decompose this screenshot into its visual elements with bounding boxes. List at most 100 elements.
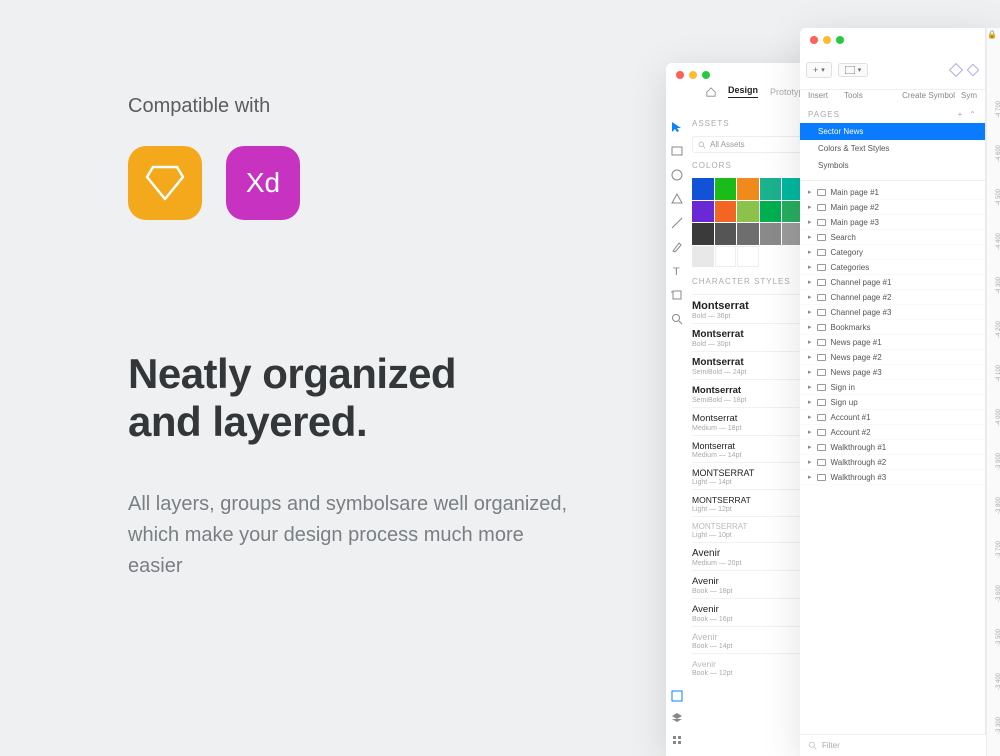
layer-row[interactable]: ▸ Walkthrough #2 <box>800 455 985 470</box>
disclosure-triangle-icon[interactable]: ▸ <box>808 203 812 211</box>
disclosure-triangle-icon[interactable]: ▸ <box>808 248 812 256</box>
layer-row[interactable]: ▸Channel page #3 <box>800 305 985 320</box>
color-swatch[interactable] <box>715 178 737 200</box>
color-swatch[interactable] <box>692 178 714 200</box>
minimize-icon[interactable] <box>823 36 831 44</box>
layer-row[interactable]: ▸Walkthrough #3 <box>800 470 985 485</box>
artboard-icon <box>817 279 826 286</box>
lock-icon[interactable]: 🔒 <box>987 30 997 39</box>
artboard-icon <box>817 189 826 196</box>
disclosure-triangle-icon[interactable]: ▸ <box>808 188 812 196</box>
color-swatch[interactable] <box>692 223 714 245</box>
xd-badge: Xd <box>226 146 300 220</box>
layer-row[interactable]: ▸Categories <box>800 260 985 275</box>
polygon-tool-icon[interactable] <box>671 193 683 205</box>
disclosure-triangle-icon[interactable]: ▸ <box>808 458 812 466</box>
page-row[interactable]: Symbols <box>800 157 985 174</box>
window-controls[interactable] <box>666 63 720 85</box>
layer-label: Sign up <box>831 398 858 407</box>
text-tool-icon[interactable]: T <box>671 265 683 277</box>
layer-row[interactable]: ▸Main page #2 <box>800 200 985 215</box>
minimize-icon[interactable] <box>689 71 697 79</box>
disclosure-triangle-icon[interactable]: ▸ <box>808 323 812 331</box>
layer-label: News page #1 <box>831 338 882 347</box>
color-swatch[interactable] <box>715 246 737 268</box>
disclosure-triangle-icon[interactable]: ▸ <box>808 263 812 271</box>
collapse-pages-icon[interactable]: ⌃ <box>969 110 977 119</box>
plugins-panel-icon[interactable] <box>671 734 683 746</box>
color-swatch[interactable] <box>692 201 714 223</box>
artboard-tool-icon[interactable] <box>671 289 683 301</box>
ellipse-tool-icon[interactable] <box>671 169 683 181</box>
disclosure-triangle-icon[interactable]: ▸ <box>808 473 812 481</box>
artboard-icon <box>817 399 826 406</box>
color-swatch[interactable] <box>715 223 737 245</box>
color-swatch[interactable] <box>737 178 759 200</box>
assets-panel-icon[interactable] <box>671 712 683 724</box>
color-swatch[interactable] <box>737 201 759 223</box>
color-swatch[interactable] <box>760 223 782 245</box>
disclosure-triangle-icon[interactable]: ▸ <box>808 443 812 451</box>
layer-row[interactable]: ▸Search <box>800 230 985 245</box>
pen-tool-icon[interactable] <box>671 241 683 253</box>
color-swatch[interactable] <box>715 201 737 223</box>
line-tool-icon[interactable] <box>671 217 683 229</box>
tools-button[interactable]: ▾ <box>838 63 869 77</box>
layer-row[interactable]: ▸Main page #1 <box>800 185 985 200</box>
page-row[interactable]: Sector News <box>800 123 985 140</box>
insert-button[interactable]: + ▾ <box>806 62 832 78</box>
disclosure-triangle-icon[interactable]: ▸ <box>808 308 812 316</box>
rectangle-tool-icon[interactable] <box>671 145 683 157</box>
symbol-icon[interactable] <box>949 62 963 76</box>
filter-row[interactable]: Filter <box>800 734 986 756</box>
artboard-icon <box>817 264 826 271</box>
layer-row[interactable]: ▸ Account #2 <box>800 425 985 440</box>
tab-design[interactable]: Design <box>728 85 758 98</box>
layer-row[interactable]: ▸Sign in <box>800 380 985 395</box>
disclosure-triangle-icon[interactable]: ▸ <box>808 338 812 346</box>
layer-label: Account #2 <box>831 428 871 437</box>
disclosure-triangle-icon[interactable]: ▸ <box>808 428 812 436</box>
layer-row[interactable]: ▸Channel page #1 <box>800 275 985 290</box>
disclosure-triangle-icon[interactable]: ▸ <box>808 383 812 391</box>
layers-panel-icon[interactable] <box>671 690 683 702</box>
maximize-icon[interactable] <box>702 71 710 79</box>
color-swatch[interactable] <box>737 246 759 268</box>
layer-row[interactable]: ▸ Sign up <box>800 395 985 410</box>
disclosure-triangle-icon[interactable]: ▸ <box>808 368 812 376</box>
zoom-tool-icon[interactable] <box>671 313 683 325</box>
add-page-icon[interactable]: + <box>958 110 964 119</box>
page-row[interactable]: Colors & Text Styles <box>800 140 985 157</box>
layer-row[interactable]: ▸ News page #1 <box>800 335 985 350</box>
layer-row[interactable]: ▸News page #3 <box>800 365 985 380</box>
disclosure-triangle-icon[interactable]: ▸ <box>808 398 812 406</box>
layer-label: Account #1 <box>831 413 871 422</box>
disclosure-triangle-icon[interactable]: ▸ <box>808 278 812 286</box>
color-swatch[interactable] <box>737 223 759 245</box>
layer-row[interactable]: ▸Channel page #2 <box>800 290 985 305</box>
home-icon[interactable] <box>706 87 716 97</box>
layer-row[interactable]: ▸Category <box>800 245 985 260</box>
artboard-icon <box>817 354 826 361</box>
disclosure-triangle-icon[interactable]: ▸ <box>808 353 812 361</box>
layer-row[interactable]: ▸Walkthrough #1 <box>800 440 985 455</box>
layer-row[interactable]: ▸Bookmarks <box>800 320 985 335</box>
window-controls[interactable] <box>800 28 985 50</box>
layer-row[interactable]: ▸News page #2 <box>800 350 985 365</box>
layer-row[interactable]: ▸ Account #1 <box>800 410 985 425</box>
color-swatch[interactable] <box>692 246 714 268</box>
color-swatch[interactable] <box>760 178 782 200</box>
symbol-detach-icon[interactable] <box>967 64 979 76</box>
move-tool-icon[interactable] <box>671 121 683 133</box>
layer-row[interactable]: ▸Main page #3 <box>800 215 985 230</box>
filter-icon <box>808 741 817 750</box>
color-swatch[interactable] <box>760 201 782 223</box>
layer-label: Walkthrough #2 <box>831 458 887 467</box>
disclosure-triangle-icon[interactable]: ▸ <box>808 218 812 226</box>
disclosure-triangle-icon[interactable]: ▸ <box>808 413 812 421</box>
close-icon[interactable] <box>676 71 684 79</box>
maximize-icon[interactable] <box>836 36 844 44</box>
disclosure-triangle-icon[interactable]: ▸ <box>808 293 812 301</box>
close-icon[interactable] <box>810 36 818 44</box>
disclosure-triangle-icon[interactable]: ▸ <box>808 233 812 241</box>
